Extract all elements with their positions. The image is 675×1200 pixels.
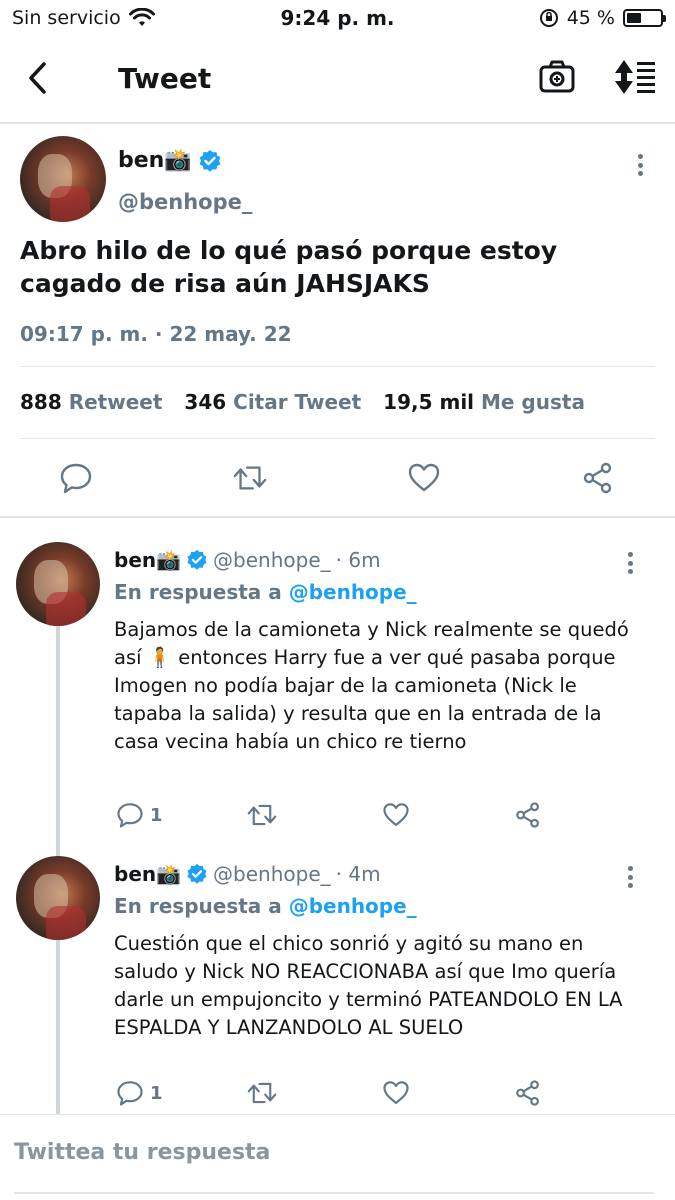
reply-text: Bajamos de la camioneta y Nick realmente… (114, 618, 629, 753)
reply-to-prefix: En respuesta a (114, 894, 282, 918)
reply-text: Cuestión que el chico sonrió y agitó su … (114, 932, 623, 1039)
reply-time: · 4m (335, 862, 381, 886)
battery-area: 45 % (539, 7, 666, 29)
share-icon (516, 802, 539, 828)
heart-icon (408, 463, 440, 492)
status-bar: Sin servicio 9:24 p. m. 45 % (0, 0, 675, 36)
reply-actions: 1 (114, 798, 554, 832)
tweet-actions (0, 456, 675, 516)
verified-badge-icon (199, 149, 221, 172)
author-name[interactable]: ben📸 (118, 148, 222, 173)
reply-count: 1 (150, 1082, 163, 1104)
retweet-button[interactable] (232, 460, 268, 496)
divider (20, 438, 655, 439)
heart-icon (383, 1081, 409, 1104)
sort-button[interactable] (612, 56, 658, 98)
reply-header: ben📸 @benhope_ · 4m (114, 862, 381, 886)
back-button[interactable] (20, 58, 54, 98)
share-icon (516, 1080, 539, 1106)
author-name[interactable]: ben📸 (114, 862, 181, 886)
orientation-lock-icon (539, 9, 558, 27)
avatar[interactable] (16, 542, 100, 626)
reply-button[interactable] (58, 460, 94, 496)
battery-fill (627, 13, 642, 23)
chevron-left-icon (29, 62, 46, 94)
reply-to-mention[interactable]: @benhope_ (289, 894, 417, 918)
retweet-icon (247, 1082, 277, 1104)
nav-bar: Tweet (0, 36, 675, 124)
reply-compose-input[interactable]: Twittea tu respuesta (14, 1140, 270, 1165)
retweet-stat[interactable]: 888 Retweet (20, 390, 162, 414)
battery-percent: 45 % (566, 7, 615, 29)
reply-to-prefix: En respuesta a (114, 580, 282, 604)
heart-icon (383, 803, 409, 826)
reply-to-mention[interactable]: @benhope_ (289, 580, 417, 604)
compose-underline (14, 1192, 654, 1194)
like-button[interactable] (406, 460, 442, 496)
reply-button[interactable]: 1 (116, 1076, 163, 1110)
author-handle[interactable]: @benhope_ (213, 862, 331, 886)
share-button[interactable] (514, 798, 542, 832)
retweet-button[interactable] (246, 1076, 278, 1110)
retweet-icon (247, 804, 277, 826)
share-button[interactable] (580, 460, 616, 496)
stat-label: Citar Tweet (233, 390, 362, 414)
battery-icon (623, 9, 666, 27)
avatar[interactable] (16, 856, 100, 940)
stat-label: Me gusta (481, 390, 585, 414)
stat-number: 346 (184, 390, 227, 414)
stat-label: Retweet (68, 390, 163, 414)
reply-header: ben📸 @benhope_ · 6m (114, 548, 381, 572)
avatar[interactable] (20, 136, 106, 222)
verified-badge-icon (187, 549, 207, 570)
reply-icon (60, 463, 92, 494)
likes-stat[interactable]: 19,5 mil Me gusta (383, 390, 585, 414)
share-button[interactable] (514, 1076, 542, 1110)
reply-actions: 1 (114, 1076, 554, 1110)
more-options-icon[interactable] (620, 862, 640, 892)
author-handle[interactable]: @benhope_ (213, 548, 331, 572)
reply-icon (117, 803, 143, 828)
camera-icon (539, 60, 575, 93)
author-name[interactable]: ben📸 (114, 548, 181, 572)
stat-number: 888 (20, 390, 62, 414)
like-button[interactable] (382, 1076, 410, 1110)
stat-number: 19,5 mil (383, 390, 475, 414)
tweet-text: Abro hilo de lo qué pasó porque estoy ca… (20, 236, 558, 298)
reply-icon (117, 1081, 143, 1106)
reply-count: 1 (150, 804, 163, 826)
retweet-icon (233, 466, 267, 490)
reply-to-line: En respuesta a @benhope_ (114, 580, 417, 604)
author-handle[interactable]: @benhope_ (118, 190, 252, 214)
verified-badge-icon (187, 863, 207, 884)
quote-stat[interactable]: 346 Citar Tweet (184, 390, 361, 414)
page-title: Tweet (118, 62, 212, 95)
separator (0, 1114, 675, 1115)
tweet-timestamp[interactable]: 09:17 p. m. · 22 may. 22 (20, 322, 292, 346)
author-name-text: ben📸 (118, 148, 192, 173)
reply-button[interactable]: 1 (116, 798, 163, 832)
like-button[interactable] (382, 798, 410, 832)
divider (20, 366, 655, 367)
share-icon (583, 462, 612, 494)
more-options-icon[interactable] (630, 150, 650, 180)
reply-time: · 6m (335, 548, 381, 572)
separator (0, 516, 675, 518)
more-options-icon[interactable] (620, 548, 640, 578)
sort-icon (615, 60, 655, 94)
retweet-button[interactable] (246, 798, 278, 832)
reply-to-line: En respuesta a @benhope_ (114, 894, 417, 918)
camera-button[interactable] (536, 56, 578, 98)
tweet-stats: 888 Retweet 346 Citar Tweet 19,5 mil Me … (20, 390, 607, 414)
